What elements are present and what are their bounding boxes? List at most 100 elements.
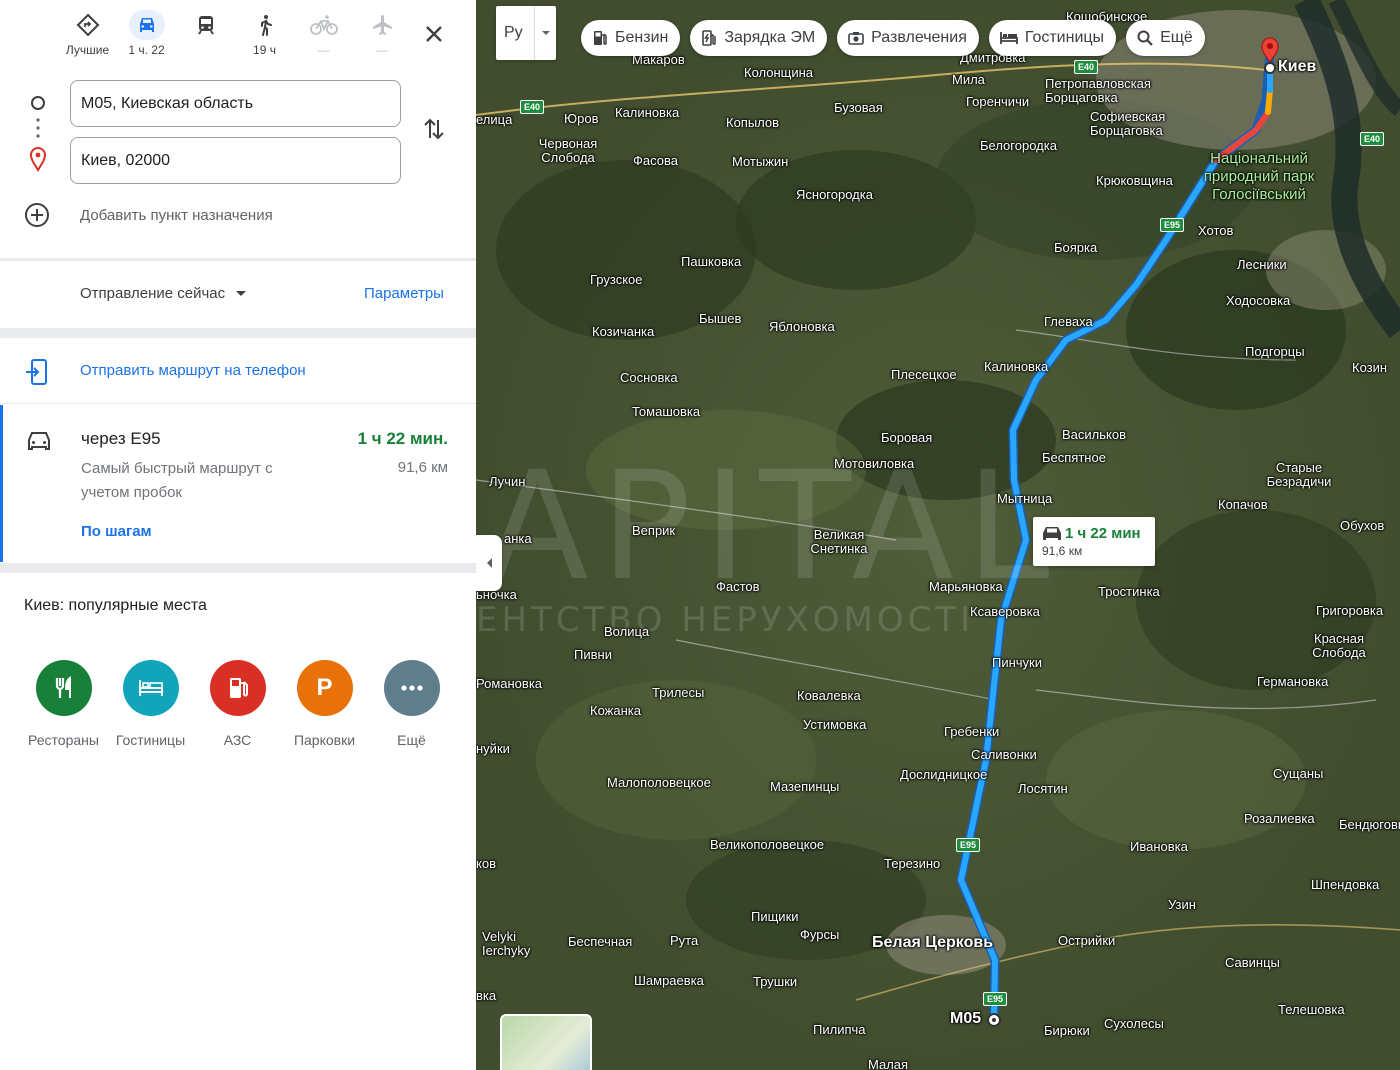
place-label: Васильков — [1062, 427, 1126, 442]
chip-label: Гостиницы — [1024, 29, 1105, 46]
add-destination-button[interactable]: Добавить пункт назначения — [24, 202, 273, 228]
place-label: Беспятное — [1042, 450, 1106, 465]
travel-mode-bar: Лучшие 1 ч. 22 19 ч — — — [58, 10, 412, 66]
chip-more[interactable]: Ещё — [1126, 20, 1205, 56]
mode-flight[interactable]: — — [353, 10, 412, 66]
category-parking[interactable]: P Парковки — [281, 660, 368, 748]
park-label: Національний природний парк Голосіївськи… — [1203, 150, 1315, 203]
chip-gas[interactable]: Бензин — [581, 20, 681, 56]
highway-shield: E40 — [1360, 132, 1385, 146]
popular-places-title: Киев: популярные места — [24, 597, 207, 614]
chip-entertainment[interactable]: Развлечения — [837, 20, 979, 56]
popular-categories: Рестораны Гостиницы АЗС P Парковки Ещё — [20, 660, 455, 748]
place-label: Мазепинцы — [770, 779, 840, 794]
place-label: Розалиевка — [1244, 811, 1315, 826]
map-canvas[interactable]: APITAL ЕНТСТВО НЕРУХОМОСТІ Кощобинское М… — [476, 0, 1400, 1070]
place-label: Гребенки — [944, 724, 1000, 739]
send-to-phone-button[interactable]: Отправить маршрут на телефон — [0, 338, 476, 404]
place-label: Марьяновка — [929, 579, 1003, 594]
place-label: Телешовка — [1278, 1002, 1345, 1017]
place-label: Козичанка — [592, 324, 655, 339]
mode-bike[interactable]: — — [294, 10, 353, 66]
place-label: Узин — [1168, 897, 1196, 912]
waypoint-icons — [24, 90, 52, 185]
callout-time: 1 ч 22 мин — [1065, 525, 1141, 542]
place-label: Ксаверовка — [970, 604, 1040, 619]
map-language-selector[interactable]: Ру — [496, 6, 556, 60]
category-hotels[interactable]: Гостиницы — [107, 660, 194, 748]
mode-walk[interactable]: 19 ч — [235, 10, 294, 66]
place-label: Фасова — [633, 153, 678, 168]
chip-label: Ещё — [1160, 29, 1193, 46]
route-options-link[interactable]: Параметры — [364, 285, 444, 302]
route-duration-callout[interactable]: 1 ч 22 мин 91,6 км — [1033, 517, 1155, 566]
swap-waypoints-button[interactable] — [419, 113, 449, 145]
category-gas-stations[interactable]: АЗС — [194, 660, 281, 748]
add-circle-icon — [25, 203, 49, 227]
place-label: Мытница — [997, 491, 1053, 506]
place-label: Трилесы — [652, 685, 705, 700]
place-label: Колонщина — [744, 65, 814, 80]
search-icon — [1137, 30, 1153, 46]
diamond-directions-icon — [76, 13, 99, 37]
place-label: Ковалевка — [797, 688, 861, 703]
place-label: Сосновка — [620, 370, 678, 385]
place-label: Германовка — [1257, 674, 1329, 689]
place-label: Velyki Ierchyky — [482, 929, 531, 958]
mode-best[interactable]: Лучшие — [58, 10, 117, 66]
destination-label: Киев — [1278, 58, 1317, 75]
car-icon — [28, 432, 50, 450]
place-label: Плесецкое — [891, 367, 957, 382]
place-label: Шамраевка — [634, 973, 704, 988]
chip-ev-charging[interactable]: Зарядка ЭМ — [690, 20, 828, 56]
mode-car[interactable]: 1 ч. 22 — [117, 10, 176, 66]
divider — [0, 258, 476, 261]
destination-input[interactable] — [70, 137, 401, 184]
divider — [0, 563, 476, 573]
collapse-panel-button[interactable] — [476, 535, 502, 591]
origin-input[interactable] — [70, 80, 401, 127]
mode-transit[interactable] — [176, 10, 235, 66]
place-label: Шпендовка — [1311, 877, 1380, 892]
divider — [0, 328, 476, 338]
place-label: Петропавловская Борщаговка — [1045, 76, 1151, 105]
place-label: Глеваха — [1044, 314, 1093, 329]
place-label: Ивановка — [1130, 839, 1188, 854]
plane-icon — [372, 15, 392, 35]
place-label: Малополовецкое — [607, 775, 711, 790]
add-destination-label: Добавить пункт назначения — [80, 206, 273, 224]
category-more[interactable]: Ещё — [368, 660, 455, 748]
place-label: Малая — [868, 1057, 909, 1070]
departure-time-label: Отправление сейчас — [80, 285, 226, 302]
departure-time-dropdown[interactable]: Отправление сейчас — [80, 285, 247, 302]
category-label: АЗС — [223, 732, 252, 748]
walk-icon — [260, 15, 272, 36]
place-label: Хотов — [1198, 223, 1234, 238]
mode-flight-label: — — [376, 43, 389, 57]
close-directions-button[interactable] — [418, 18, 450, 50]
layers-toggle-thumbnail[interactable] — [500, 1014, 592, 1070]
hotel-icon — [122, 660, 179, 716]
place-label: Тростинка — [1098, 584, 1160, 599]
category-restaurants[interactable]: Рестораны — [20, 660, 107, 748]
category-label: Парковки — [293, 732, 356, 748]
place-label: Фастов — [716, 579, 760, 594]
chip-label: Бензин — [615, 29, 669, 46]
car-icon — [1043, 527, 1061, 540]
route-description: Самый быстрый маршрут с учетом пробок — [81, 460, 273, 501]
map-language-dropdown[interactable] — [534, 6, 556, 60]
place-label: ков — [476, 856, 496, 871]
place-label: Пивни — [574, 647, 612, 662]
route-option-card[interactable]: через E95 1 ч 22 мин. Самый быстрый марш… — [0, 405, 476, 562]
place-label: Старые Безрадичи — [1266, 460, 1332, 489]
place-label: Юров — [564, 111, 599, 126]
place-label: Обухов — [1340, 518, 1385, 533]
place-label: Устимовка — [803, 717, 867, 732]
chip-hotels[interactable]: Гостиницы — [988, 20, 1117, 56]
route-steps-link[interactable]: По шагам — [81, 523, 152, 540]
place-label: Кожанка — [590, 703, 641, 718]
place-label: Рута — [670, 933, 699, 948]
place-label: Трушки — [753, 974, 798, 989]
place-label: Калиновка — [615, 105, 680, 120]
car-icon — [139, 18, 154, 32]
